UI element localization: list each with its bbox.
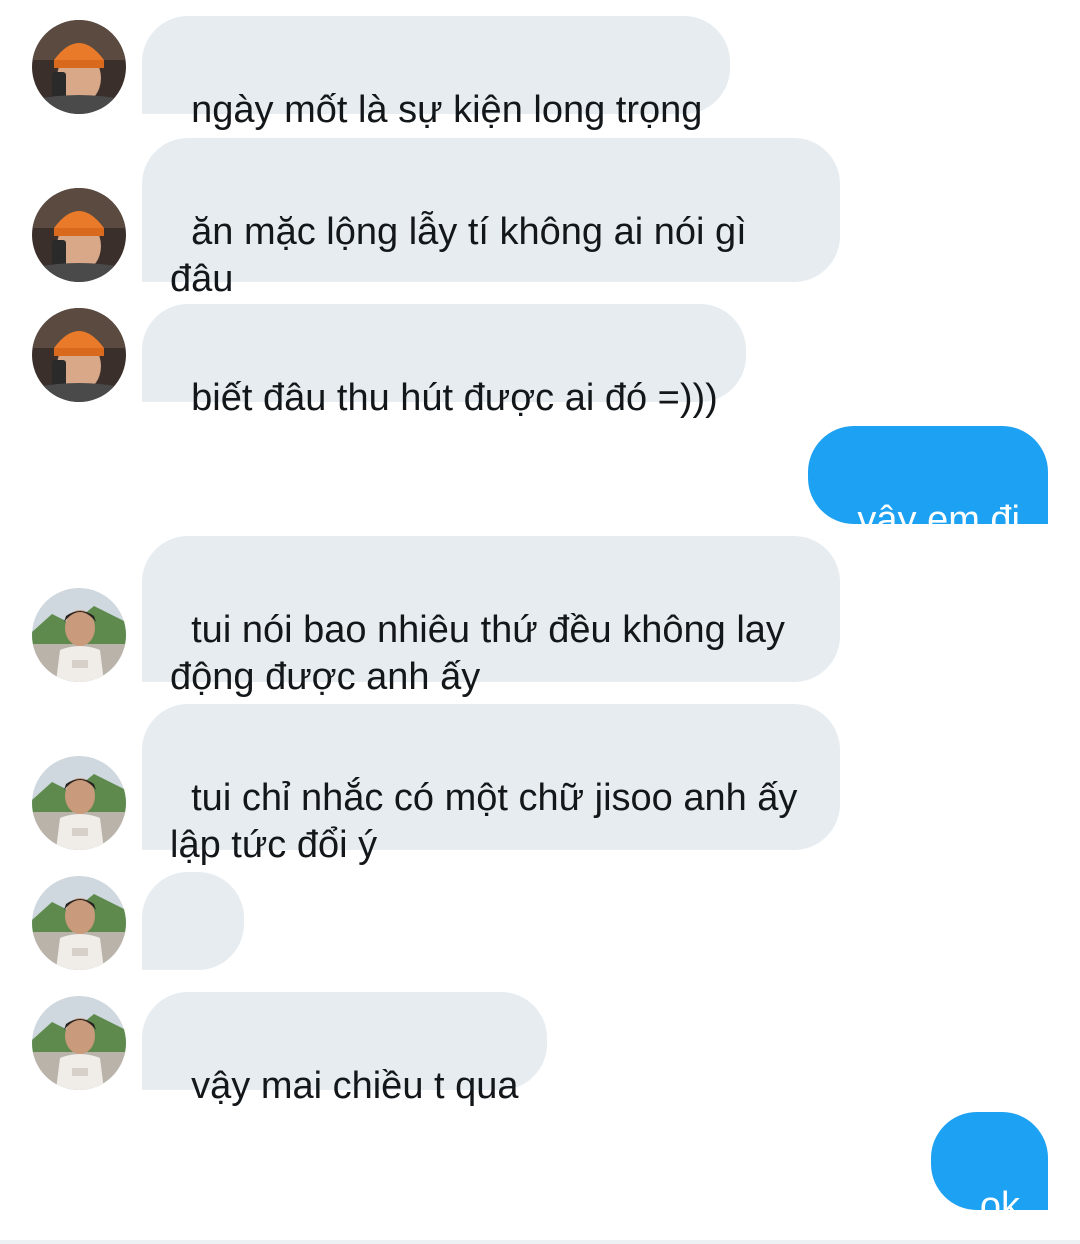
avatar-mountain-boy[interactable] — [32, 876, 126, 970]
message-text: ngày mốt là sự kiện long trọng — [191, 89, 703, 131]
message-bubble-incoming[interactable]: biết đâu thu hút được ai đó =))) — [142, 304, 746, 419]
message-bubble-incoming[interactable]: ngày mốt là sự kiện long trọng — [142, 16, 731, 131]
message-bubble-incoming[interactable]: ăn mặc lộng lẫy tí không ai nói gì đâu — [142, 138, 840, 300]
avatar-orange-beanie[interactable] — [32, 188, 126, 282]
message-text: ăn mặc lộng lẫy tí không ai nói gì đâu — [170, 211, 747, 300]
message-text: tui chỉ nhắc có một chữ jisoo anh ấy lập… — [170, 777, 798, 866]
message-bubble-incoming-emoji[interactable] — [142, 872, 244, 1038]
bottom-divider — [0, 1240, 1080, 1244]
message-bubble-incoming[interactable]: tui nói bao nhiêu thứ đều không lay động… — [142, 536, 840, 698]
message-text: vậy em đi — [857, 499, 1020, 541]
message-bubble-incoming[interactable]: vậy mai chiều t qua — [142, 992, 547, 1107]
message-bubble-outgoing[interactable]: ok — [930, 1112, 1048, 1227]
avatar-orange-beanie[interactable] — [32, 308, 126, 402]
avatar-mountain-boy[interactable] — [32, 756, 126, 850]
avatar-orange-beanie[interactable] — [32, 20, 126, 114]
message-text: ok — [979, 1185, 1020, 1227]
avatar-mountain-boy[interactable] — [32, 588, 126, 682]
message-bubble-outgoing[interactable]: vậy em đi — [808, 426, 1048, 541]
message-text: vậy mai chiều t qua — [191, 1065, 519, 1107]
message-bubble-incoming[interactable]: tui chỉ nhắc có một chữ jisoo anh ấy lập… — [142, 704, 840, 866]
message-text: biết đâu thu hút được ai đó =))) — [191, 377, 718, 419]
avatar-mountain-boy[interactable] — [32, 996, 126, 1090]
message-text: tui nói bao nhiêu thứ đều không lay động… — [170, 609, 785, 698]
